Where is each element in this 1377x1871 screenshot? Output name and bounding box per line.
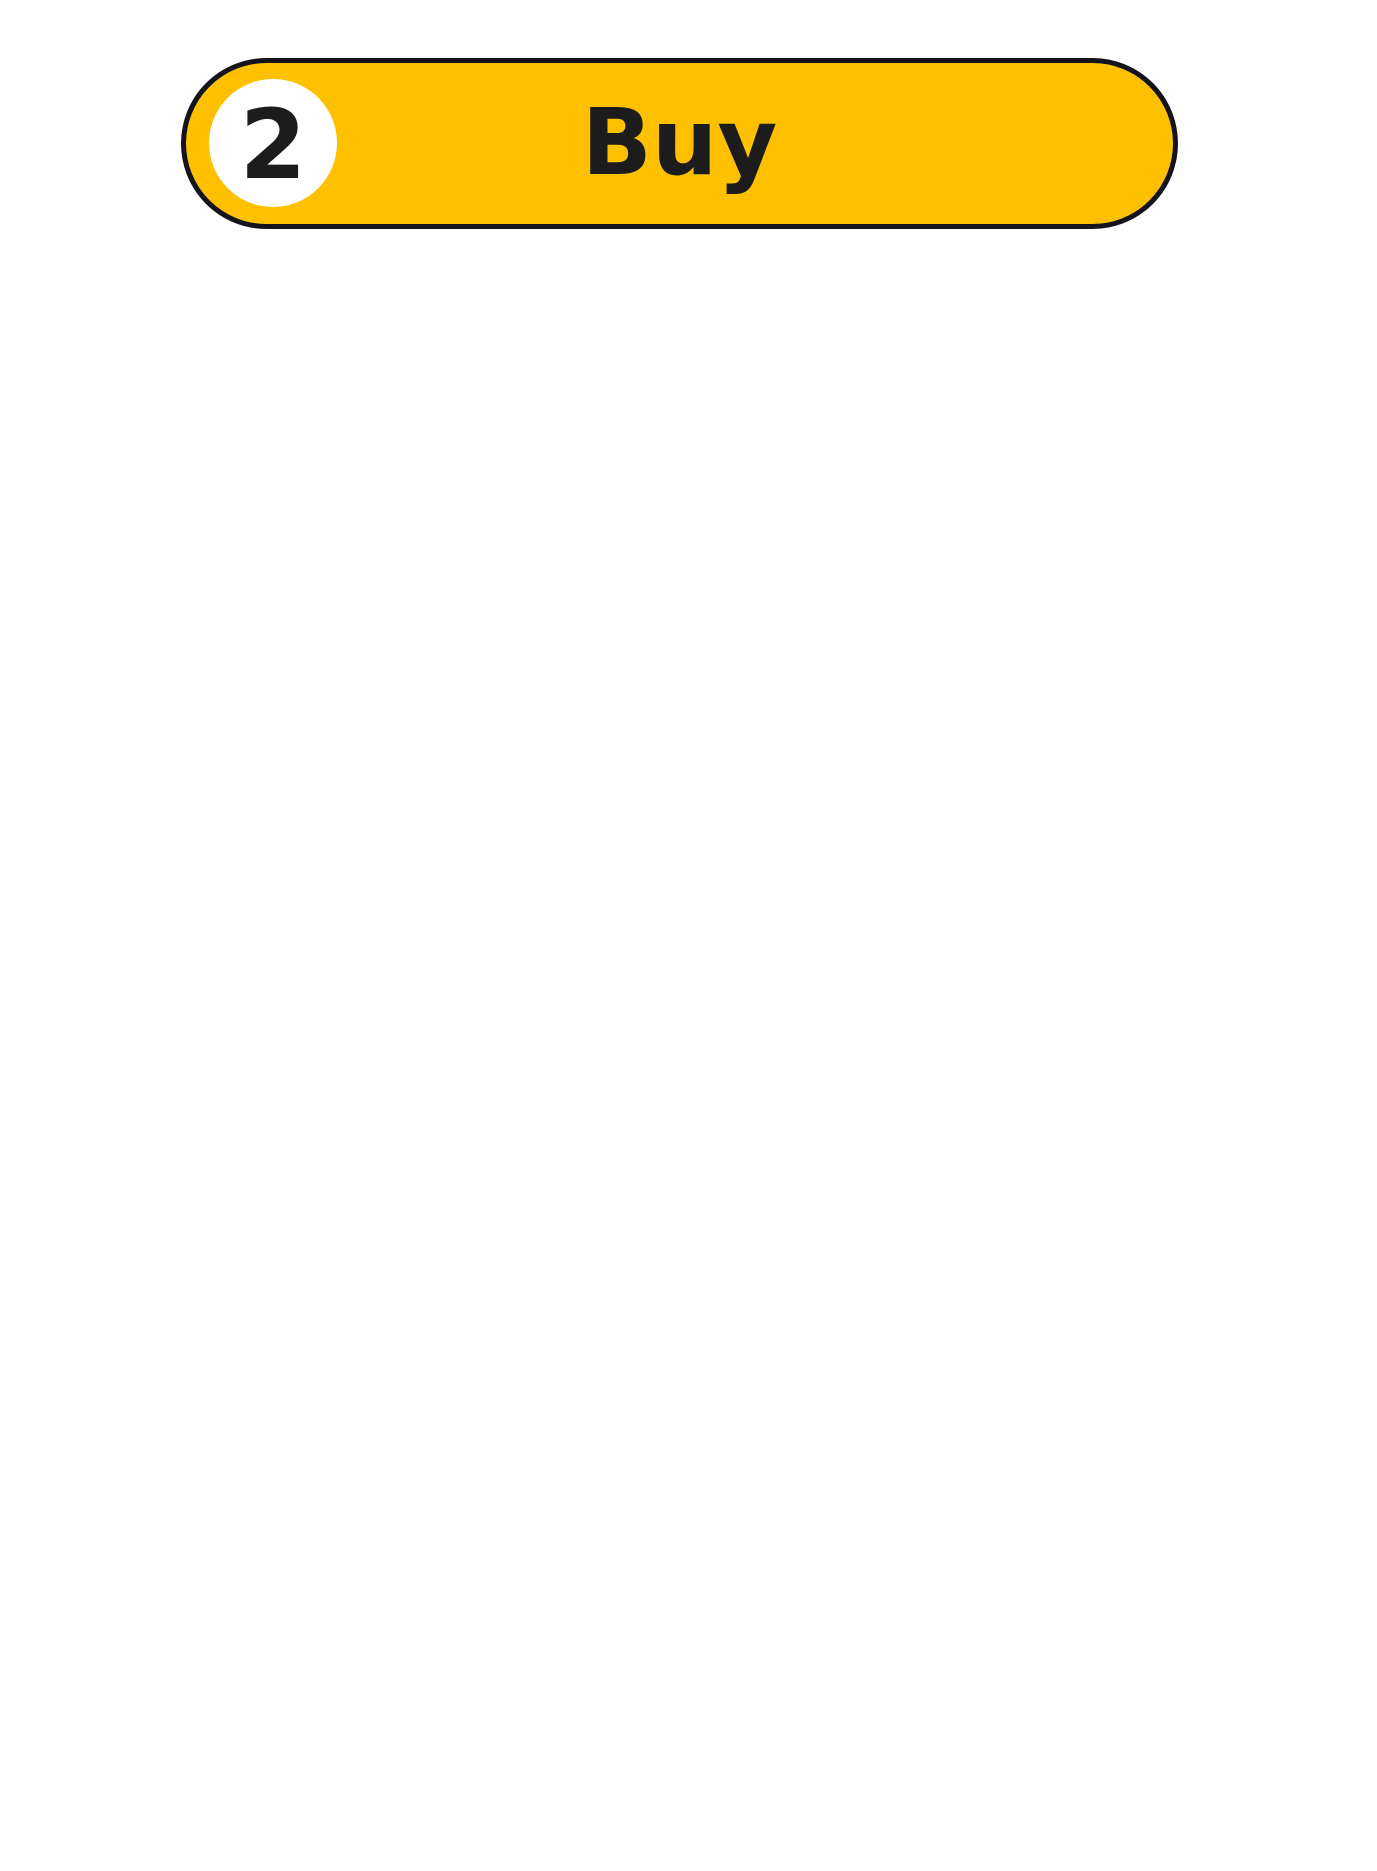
step-number: 2: [239, 89, 307, 201]
buy-step-button[interactable]: Buy 2: [181, 58, 1178, 229]
step-number-badge: 2: [209, 79, 337, 207]
